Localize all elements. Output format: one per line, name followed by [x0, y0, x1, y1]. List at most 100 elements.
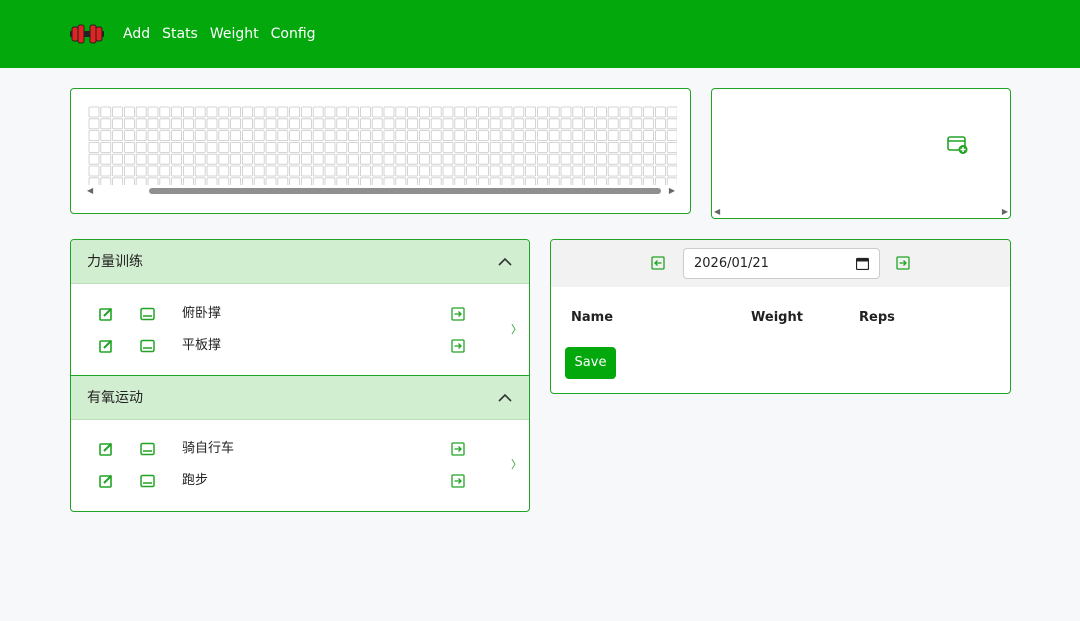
heatmap-cell[interactable]: [289, 142, 301, 153]
heatmap-cell[interactable]: [407, 130, 419, 142]
heatmap-cell[interactable]: [560, 165, 572, 177]
heatmap-cell[interactable]: [218, 153, 230, 165]
heatmap-cell[interactable]: [655, 177, 666, 185]
heatmap-cell[interactable]: [607, 130, 619, 142]
heatmap-cell[interactable]: [489, 142, 501, 153]
heatmap-cell[interactable]: [159, 153, 171, 165]
go-icon[interactable]: [451, 307, 465, 321]
heatmap-cell[interactable]: [525, 118, 537, 130]
heatmap-cell[interactable]: [596, 177, 607, 185]
heatmap-cell[interactable]: [206, 118, 218, 130]
heatmap-cell[interactable]: [643, 118, 654, 130]
heatmap-cell[interactable]: [324, 165, 336, 177]
heatmap-cell[interactable]: [371, 130, 383, 142]
heatmap-cell[interactable]: [572, 153, 584, 165]
heatmap-cell[interactable]: [572, 142, 584, 153]
heatmap-cell[interactable]: [312, 142, 324, 153]
heatmap-cell[interactable]: [395, 118, 407, 130]
heatmap-cell[interactable]: [666, 165, 677, 177]
heatmap-cell[interactable]: [655, 165, 666, 177]
heatmap-cell[interactable]: [584, 153, 596, 165]
heatmap-cell[interactable]: [584, 165, 596, 177]
heatmap-cell[interactable]: [100, 106, 112, 118]
card-icon[interactable]: [140, 474, 155, 488]
heatmap-cell[interactable]: [418, 165, 430, 177]
heatmap-cell[interactable]: [513, 106, 525, 118]
heatmap-cell[interactable]: [407, 153, 419, 165]
scroll-left-icon[interactable]: ◀: [714, 206, 720, 218]
heatmap-cell[interactable]: [230, 153, 242, 165]
heatmap-cell[interactable]: [466, 165, 478, 177]
heatmap-cell[interactable]: [631, 165, 643, 177]
heatmap-cell[interactable]: [183, 153, 194, 165]
heatmap-cell[interactable]: [489, 106, 501, 118]
heatmap-cell[interactable]: [300, 153, 312, 165]
heatmap-cell[interactable]: [477, 118, 489, 130]
heatmap-cell[interactable]: [442, 130, 454, 142]
heatmap-cell[interactable]: [265, 177, 277, 185]
heatmap-cell[interactable]: [655, 142, 666, 153]
heatmap-cell[interactable]: [619, 165, 631, 177]
heatmap-cell[interactable]: [147, 177, 159, 185]
heatmap-cell[interactable]: [619, 106, 631, 118]
heatmap-cell[interactable]: [135, 153, 147, 165]
heatmap-cell[interactable]: [454, 165, 466, 177]
heatmap-cell[interactable]: [159, 118, 171, 130]
chevron-up-icon[interactable]: [497, 254, 513, 270]
edit-icon[interactable]: [99, 442, 113, 456]
heatmap-cell[interactable]: [466, 177, 477, 185]
heatmap-cell[interactable]: [489, 165, 501, 177]
heatmap-cell[interactable]: [560, 153, 572, 165]
heatmap-cell[interactable]: [501, 165, 513, 177]
heatmap-cell[interactable]: [548, 165, 560, 177]
card-icon[interactable]: [140, 307, 155, 321]
heatmap-cell[interactable]: [100, 177, 112, 185]
heatmap-cell[interactable]: [584, 118, 596, 130]
heatmap-cell[interactable]: [631, 130, 643, 142]
heatmap-cell[interactable]: [525, 142, 537, 153]
heatmap-cell[interactable]: [135, 130, 147, 142]
scroll-left-icon[interactable]: ◀: [87, 185, 93, 197]
heatmap-cell[interactable]: [348, 142, 360, 153]
heatmap-cell[interactable]: [407, 106, 419, 118]
heatmap-cell[interactable]: [230, 118, 242, 130]
heatmap-cell[interactable]: [230, 106, 242, 118]
heatmap-cell[interactable]: [395, 142, 407, 153]
heatmap-cell[interactable]: [560, 177, 572, 185]
heatmap-cell[interactable]: [253, 165, 265, 177]
heatmap-cell[interactable]: [194, 130, 206, 142]
heatmap-cell[interactable]: [501, 118, 513, 130]
calendar-icon[interactable]: [856, 257, 869, 270]
heatmap-cell[interactable]: [395, 130, 407, 142]
heatmap-cell[interactable]: [171, 118, 182, 130]
heatmap-cell[interactable]: [619, 153, 631, 165]
heatmap-cell[interactable]: [607, 142, 619, 153]
heatmap-cell[interactable]: [336, 130, 348, 142]
heatmap-cell[interactable]: [147, 153, 159, 165]
save-button[interactable]: Save: [565, 347, 616, 379]
heatmap-cell[interactable]: [525, 165, 537, 177]
heatmap-cell[interactable]: [371, 153, 383, 165]
heatmap-cell[interactable]: [595, 153, 607, 165]
heatmap-cell[interactable]: [265, 106, 277, 118]
heatmap-cell[interactable]: [336, 153, 348, 165]
heatmap-cell[interactable]: [348, 130, 360, 142]
heatmap-cell[interactable]: [513, 177, 525, 185]
heatmap-cell[interactable]: [477, 142, 489, 153]
heatmap-cell[interactable]: [348, 106, 360, 118]
heatmap-cell[interactable]: [478, 177, 489, 185]
heatmap-cell[interactable]: [666, 153, 677, 165]
heatmap-cell[interactable]: [489, 153, 501, 165]
heatmap-cell[interactable]: [230, 165, 242, 177]
arrow-left-icon[interactable]: [651, 256, 665, 270]
heatmap-cell[interactable]: [430, 106, 442, 118]
go-icon[interactable]: [451, 474, 465, 488]
heatmap-cell[interactable]: [430, 177, 442, 185]
heatmap-cell[interactable]: [454, 118, 466, 130]
heatmap-cell[interactable]: [124, 142, 135, 153]
go-icon[interactable]: [451, 442, 465, 456]
heatmap-cell[interactable]: [383, 118, 395, 130]
heatmap-cell[interactable]: [242, 177, 253, 185]
heatmap-cell[interactable]: [407, 118, 419, 130]
heatmap-cell[interactable]: [206, 153, 218, 165]
